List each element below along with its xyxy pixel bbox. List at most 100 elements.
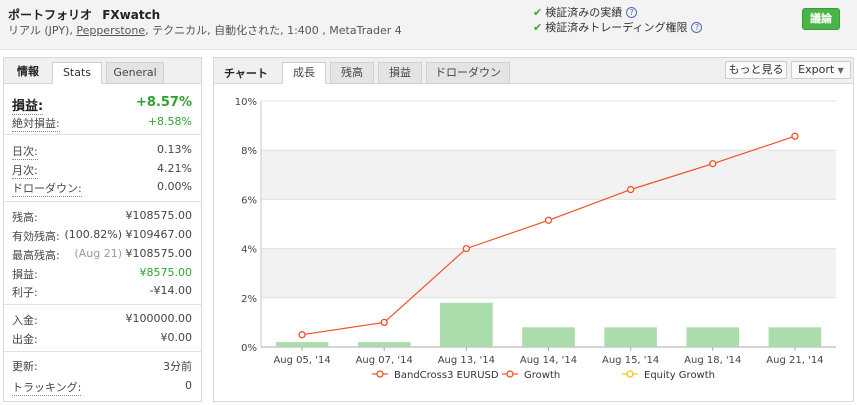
- updated-value: 3分前: [163, 360, 192, 373]
- growth-point[interactable]: [298, 331, 306, 339]
- chart-bar[interactable]: [522, 327, 575, 347]
- account-type: リアル (JPY),: [8, 24, 73, 37]
- export-button[interactable]: Export ▼: [791, 61, 851, 79]
- abs-gain-label[interactable]: 絶対損益:: [12, 115, 60, 132]
- tab-stats[interactable]: Stats: [52, 62, 102, 84]
- divider: [4, 304, 201, 305]
- daily-label[interactable]: 日次:: [12, 143, 38, 160]
- tab-profit[interactable]: 損益: [378, 62, 422, 84]
- interest-row: 利子: -¥14.00: [12, 284, 192, 300]
- y-tick-label: 2%: [241, 294, 257, 305]
- growth-point[interactable]: [380, 318, 388, 327]
- deposits-value: ¥100000.00: [125, 312, 192, 325]
- highest-row: 最高残高: (Aug 21) ¥108575.00: [12, 247, 192, 263]
- gain-label[interactable]: 損益:: [12, 95, 44, 115]
- x-tick-label: Aug 07, '14: [356, 355, 413, 366]
- profit-row: 損益: ¥8575.00: [12, 266, 192, 282]
- monthly-label[interactable]: 月次:: [12, 162, 38, 179]
- gain-value: +8.57%: [136, 95, 192, 110]
- tab-general[interactable]: General: [106, 62, 164, 84]
- withdrawals-value: ¥0.00: [160, 331, 193, 344]
- chart-panel: チャート 成長 残高 損益 ドローダウン もっと見る Export ▼ 0% 2%…: [213, 57, 854, 402]
- verified-track-record: ✔ 検証済みの実績?: [533, 4, 638, 20]
- discuss-button[interactable]: 議論: [802, 8, 840, 30]
- updated-row: 更新: 3分前: [12, 358, 192, 374]
- tab-drawdown[interactable]: ドローダウン: [426, 62, 510, 84]
- legend-label[interactable]: Equity Growth: [644, 370, 715, 381]
- account-name: FXwatch: [102, 8, 161, 22]
- growth-point[interactable]: [709, 160, 717, 168]
- growth-point[interactable]: [626, 185, 635, 194]
- abs-gain-row: 絶対損益: +8.58%: [12, 115, 192, 132]
- growth-point[interactable]: [462, 244, 471, 253]
- legend-label[interactable]: BandCross3 EURUSD: [394, 370, 499, 381]
- grid-band: [261, 248, 836, 298]
- growth-point[interactable]: [791, 132, 799, 140]
- x-tick-label: Aug 15, '14: [602, 355, 659, 366]
- check-icon: ✔: [533, 6, 543, 19]
- daily-row: 日次: 0.13%: [12, 143, 192, 160]
- tracking-value: 0: [185, 379, 192, 392]
- verified-trading-privileges: ✔ 検証済みトレーディング権限?: [533, 19, 703, 35]
- equity-label: 有効残高:: [12, 230, 60, 243]
- withdrawals-row: 出金: ¥0.00: [12, 331, 192, 347]
- monthly-value: 4.21%: [157, 162, 192, 175]
- verified-trading-label: 検証済みトレーディング権限: [545, 21, 688, 34]
- deposits-label: 入金:: [12, 314, 38, 327]
- chart-bar[interactable]: [440, 302, 493, 347]
- x-tick-label: Aug 18, '14: [684, 355, 741, 366]
- legend-marker: [626, 370, 634, 378]
- header: ポートフォリオ FXwatch リアル (JPY), Pepperstone, …: [0, 0, 857, 50]
- tracking-row: トラッキング: 0: [12, 379, 192, 396]
- equity-value: ¥109467.00: [125, 228, 192, 241]
- interest-value: -¥14.00: [149, 284, 192, 297]
- chart-bar[interactable]: [275, 342, 329, 347]
- monthly-row: 月次: 4.21%: [12, 162, 192, 179]
- drawdown-value: 0.00%: [157, 180, 192, 193]
- balance-label: 残高:: [12, 211, 38, 224]
- y-tick-label: 0%: [241, 343, 257, 354]
- tab-growth[interactable]: 成長: [282, 62, 326, 84]
- balance-row: 残高: ¥108575.00: [12, 209, 192, 225]
- info-heading: 情報: [17, 65, 39, 78]
- grid-band: [261, 150, 836, 200]
- legend-marker: [506, 370, 514, 378]
- tab-balance[interactable]: 残高: [330, 62, 374, 84]
- updated-label: 更新:: [12, 360, 38, 373]
- account-details: リアル (JPY), Pepperstone, テクニカル, 自動化された, 1…: [8, 22, 402, 38]
- drawdown-label[interactable]: ドローダウン:: [12, 180, 82, 197]
- equity-percent: (100.82%): [64, 228, 123, 241]
- highest-label: 最高残高:: [12, 249, 60, 262]
- chart-bar[interactable]: [686, 327, 740, 347]
- withdrawals-label: 出金:: [12, 333, 38, 346]
- chart-bar[interactable]: [357, 342, 411, 347]
- chart-bar[interactable]: [768, 327, 822, 347]
- equity-row: 有効残高: (100.82%) ¥109467.00: [12, 228, 192, 244]
- check-icon: ✔: [533, 21, 543, 34]
- chart-bar[interactable]: [604, 327, 657, 347]
- growth-point[interactable]: [544, 216, 553, 224]
- interest-label: 利子:: [12, 286, 38, 299]
- tracking-label[interactable]: トラッキング:: [12, 379, 82, 396]
- gain-row: 損益: +8.57%: [12, 95, 192, 115]
- help-icon[interactable]: ?: [626, 7, 638, 18]
- highest-value: ¥108575.00: [125, 247, 192, 260]
- chart-tabs: チャート 成長 残高 損益 ドローダウン もっと見る Export ▼: [214, 58, 853, 84]
- help-icon[interactable]: ?: [691, 22, 703, 33]
- x-tick-label: Aug 14, '14: [520, 355, 577, 366]
- y-tick-label: 8%: [241, 146, 257, 157]
- broker-link[interactable]: Pepperstone: [76, 24, 145, 37]
- verified-track-label: 検証済みの実績: [545, 6, 623, 19]
- highest-date: (Aug 21): [74, 247, 123, 260]
- account-attributes: , テクニカル, 自動化された, 1:400 , MetaTrader 4: [145, 24, 402, 37]
- profit-label: 損益:: [12, 268, 38, 281]
- more-button[interactable]: もっと見る: [725, 61, 787, 79]
- deposits-row: 入金: ¥100000.00: [12, 312, 192, 328]
- export-label: Export: [798, 63, 835, 76]
- legend-label[interactable]: Growth: [524, 370, 560, 381]
- y-tick-label: 4%: [241, 245, 257, 256]
- chart-heading: チャート: [224, 67, 268, 80]
- y-tick-label: 6%: [241, 195, 257, 206]
- daily-value: 0.13%: [157, 143, 192, 156]
- y-tick-label: 10%: [235, 97, 257, 108]
